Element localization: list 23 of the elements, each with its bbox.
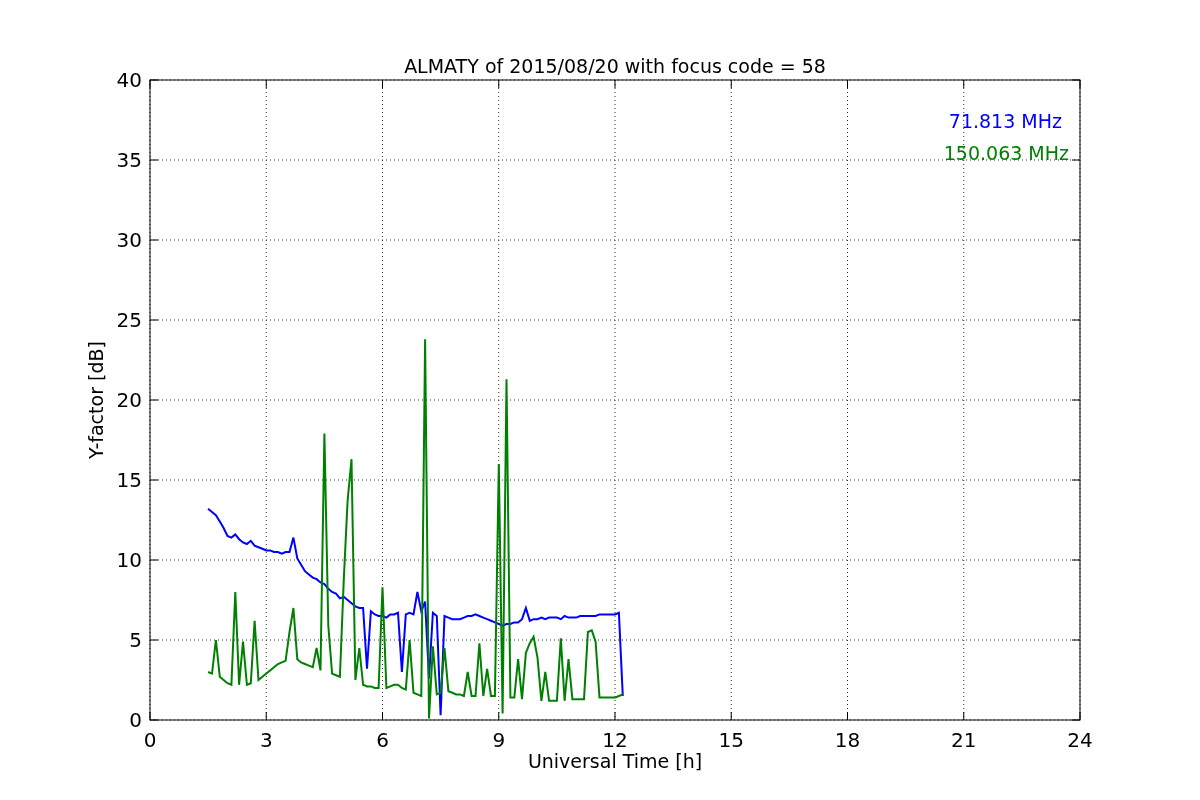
tick-label: 40: [116, 68, 142, 92]
tick-label: 0: [129, 708, 142, 732]
x-axis-label: Universal Time [h]: [527, 750, 703, 772]
tick-label: 10: [116, 548, 142, 572]
tick-label: 24: [1067, 728, 1093, 752]
y-axis-label: Y-factor [dB]: [85, 341, 107, 459]
tick-label: 0: [143, 728, 157, 752]
series-label: 71.813 MHz: [948, 110, 1062, 132]
tick-label: 5: [129, 628, 142, 652]
tick-label: 35: [116, 148, 142, 172]
tick-label: 6: [376, 728, 389, 752]
series-label: 150.063 MHz: [943, 142, 1069, 164]
tick-label: 15: [116, 468, 142, 492]
tick-label: 3: [259, 728, 273, 752]
tick-label: 15: [718, 728, 744, 752]
tick-label: 9: [492, 728, 506, 752]
tick-label: 25: [116, 308, 142, 332]
tick-label: 30: [116, 228, 142, 252]
tick-label: 20: [116, 388, 142, 412]
chart-title: ALMATY of 2015/08/20 with focus code = 58: [404, 55, 826, 77]
tick-label: 12: [602, 728, 628, 752]
tick-label: 21: [951, 728, 977, 752]
tick-label: 18: [834, 728, 861, 752]
